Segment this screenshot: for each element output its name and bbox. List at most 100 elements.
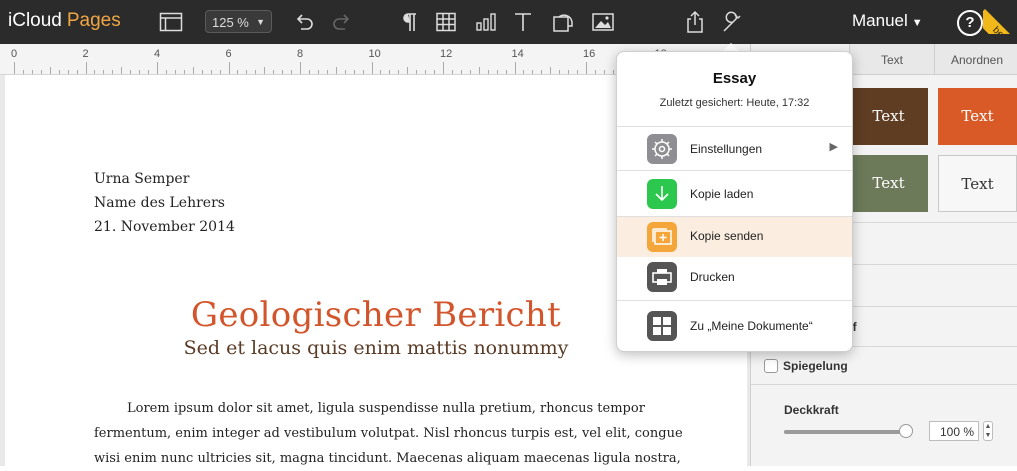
table-icon[interactable] <box>434 10 458 34</box>
chevron-down-icon: ▼ <box>911 17 923 29</box>
ruler-tick <box>67 70 69 74</box>
ruler-tick <box>308 70 310 74</box>
redo-icon[interactable] <box>330 10 354 34</box>
ruler-tick <box>246 70 248 74</box>
documents-grid-icon <box>647 311 677 341</box>
text-style-swatch[interactable]: Text <box>849 88 928 145</box>
app-title: iCloud Pages <box>8 10 121 32</box>
menu-item-label: Kopie laden <box>690 187 754 201</box>
ruler-tick <box>264 67 266 74</box>
menu-item-settings[interactable]: Einstellungen ▶ <box>617 126 852 171</box>
printer-icon <box>647 262 677 292</box>
ruler-number: 10 <box>368 48 381 60</box>
opacity-slider[interactable] <box>784 424 913 438</box>
stepper-down-icon[interactable]: ▼ <box>984 431 992 440</box>
opacity-stepper[interactable]: ▲ ▼ <box>983 421 993 441</box>
user-menu[interactable]: Manuel ▼ <box>852 11 923 31</box>
chevron-right-icon: ▶ <box>829 141 838 153</box>
ruler-tick <box>237 70 239 74</box>
ruler-tick <box>487 70 489 74</box>
menu-item-label: Drucken <box>690 270 735 284</box>
ruler-tick <box>148 70 150 74</box>
zoom-value: 125 % <box>212 15 249 30</box>
ruler-tick <box>586 62 587 74</box>
menu-item-download-copy[interactable]: Kopie laden <box>617 170 852 217</box>
stepper-up-icon[interactable]: ▲ <box>984 422 992 431</box>
tab-arrange[interactable]: Anordnen <box>934 44 1017 74</box>
text-icon[interactable] <box>511 10 535 34</box>
document-body[interactable]: Lorem ipsum dolor sit amet, ligula suspe… <box>94 396 694 471</box>
opacity-input[interactable]: 100 % <box>929 421 979 441</box>
ruler-tick <box>577 70 579 74</box>
reflection-label: Spiegelung <box>783 359 848 373</box>
ruler-tick <box>416 70 418 74</box>
ruler-tick <box>157 62 158 74</box>
wrench-icon[interactable] <box>721 10 745 34</box>
top-toolbar: iCloudPages 125 % ▼ Manuel▼ ? beta <box>0 0 1017 44</box>
app-title-icloud: iCloud <box>8 10 62 31</box>
popover-title: Essay <box>712 70 757 87</box>
ruler-tick <box>559 70 561 74</box>
sidebar-icon[interactable] <box>159 10 183 34</box>
ruler-tick <box>451 70 453 74</box>
ruler-tick <box>362 70 364 74</box>
ruler-tick <box>40 70 42 74</box>
shape-icon[interactable] <box>551 10 575 34</box>
undo-icon[interactable] <box>292 10 316 34</box>
ruler-tick <box>139 70 141 74</box>
ruler-tick <box>183 70 185 74</box>
menu-item-send-copy[interactable]: Kopie senden <box>617 216 852 257</box>
text-style-swatch[interactable]: Text <box>849 155 928 212</box>
opacity-label: Deckkraft <box>784 403 839 417</box>
share-icon[interactable] <box>683 10 707 34</box>
ruler-tick <box>550 67 552 74</box>
help-button[interactable]: ? <box>957 10 983 36</box>
text-style-swatch[interactable]: Text <box>938 155 1017 212</box>
ruler-tick <box>344 70 346 74</box>
chevron-down-icon: ▼ <box>256 17 265 27</box>
chart-icon[interactable] <box>474 10 498 34</box>
opacity-slider-fill <box>784 430 906 434</box>
ruler-tick <box>469 70 471 74</box>
pilcrow-icon[interactable] <box>397 10 421 34</box>
ruler-tick <box>22 70 24 74</box>
ruler-tick <box>192 67 194 74</box>
ruler-tick <box>112 70 114 74</box>
ruler-tick <box>130 70 132 74</box>
user-name: Manuel <box>852 11 908 30</box>
ruler-tick <box>219 70 221 74</box>
ruler-tick <box>165 70 167 74</box>
reflection-checkbox[interactable] <box>764 359 778 373</box>
ruler-number: 16 <box>583 48 596 60</box>
ruler-tick <box>407 67 409 74</box>
ruler-tick <box>317 70 319 74</box>
ruler-number: 0 <box>11 48 18 60</box>
ruler-number: 14 <box>511 48 524 60</box>
ruler-tick <box>523 70 525 74</box>
address-block[interactable]: Urna Semper Name des Lehrers 21. Novembe… <box>94 167 235 239</box>
ruler-tick <box>49 67 51 74</box>
ruler-tick <box>85 62 87 74</box>
text-style-swatch[interactable]: Text <box>938 88 1017 145</box>
image-icon[interactable] <box>591 10 615 34</box>
ruler-tick <box>94 70 96 74</box>
ruler-tick <box>291 70 293 74</box>
ruler-tick <box>541 70 543 74</box>
ruler-tick <box>460 70 462 74</box>
ruler-tick <box>103 70 105 74</box>
menu-item-my-documents[interactable]: Zu „Meine Dokumente“ <box>617 300 852 351</box>
zoom-select[interactable]: 125 % ▼ <box>205 10 272 33</box>
ruler-tick <box>273 70 275 74</box>
ruler-tick <box>594 70 596 74</box>
ruler-tick <box>201 70 203 74</box>
tab-text[interactable]: Text <box>849 44 934 74</box>
ruler-tick <box>371 62 373 74</box>
menu-item-print[interactable]: Drucken <box>617 256 852 300</box>
ruler-tick <box>14 62 15 74</box>
ruler-number: 6 <box>225 48 232 60</box>
download-icon <box>647 179 677 209</box>
opacity-slider-handle[interactable] <box>899 424 913 438</box>
last-saved-status: Zuletzt gesichert: Heute, 17:32 <box>659 97 810 109</box>
menu-item-label: Einstellungen <box>690 142 763 156</box>
ruler-tick <box>282 70 284 74</box>
